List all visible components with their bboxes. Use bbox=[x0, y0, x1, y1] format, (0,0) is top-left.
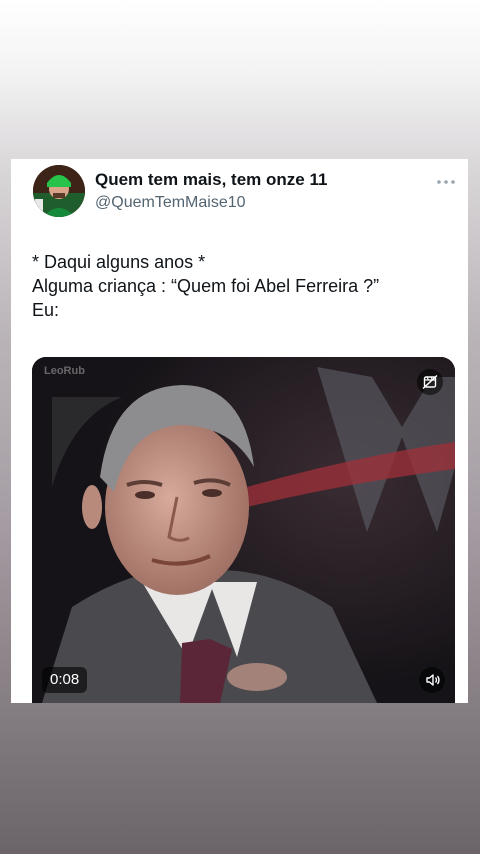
tweet-text-line: Eu: bbox=[32, 300, 60, 320]
tweet-text-line: Alguma criança : “Quem foi Abel Ferreira… bbox=[32, 276, 380, 296]
video-timestamp: 0:08 bbox=[42, 667, 88, 693]
video-player[interactable]: LeoRub 0:08 bbox=[32, 357, 455, 703]
tweet-card[interactable]: Quem tem mais, tem onze 11 @QuemTemMaise… bbox=[11, 159, 468, 703]
video-watermark: LeoRub bbox=[44, 365, 85, 377]
user-handle[interactable]: @QuemTemMaise10 bbox=[95, 194, 246, 212]
avatar[interactable] bbox=[33, 165, 85, 217]
display-name[interactable]: Quem tem mais, tem onze 11 bbox=[95, 170, 327, 190]
animation-off-icon[interactable] bbox=[417, 369, 443, 395]
video-frame bbox=[32, 357, 455, 703]
tweet-text-line: * Daqui alguns anos * bbox=[32, 252, 206, 272]
story-background: Quem tem mais, tem onze 11 @QuemTemMaise… bbox=[0, 0, 480, 854]
speaker-icon[interactable] bbox=[419, 667, 445, 693]
tweet-text: * Daqui alguns anos * Alguma criança : “… bbox=[32, 250, 452, 322]
avatar-image bbox=[33, 165, 85, 217]
more-horizontal-icon[interactable] bbox=[436, 173, 456, 184]
